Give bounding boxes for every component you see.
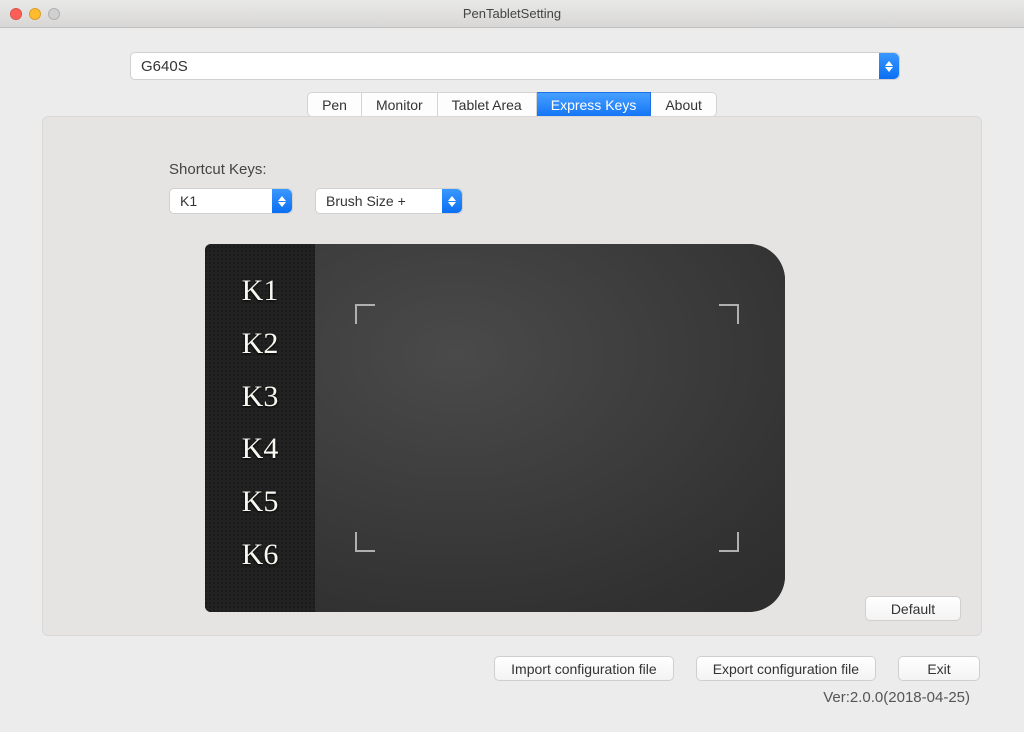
window-controls: [10, 8, 60, 20]
default-button[interactable]: Default: [865, 596, 961, 621]
tablet-illustration: K1 K2 K3 K4 K5 K6: [205, 244, 785, 612]
shortcut-function-select[interactable]: Brush Size +: [315, 188, 463, 214]
corner-marker-icon: [355, 304, 375, 324]
chevron-up-down-icon: [442, 189, 462, 213]
corner-marker-icon: [719, 304, 739, 324]
shortcut-key-select[interactable]: K1: [169, 188, 293, 214]
window-title: PenTabletSetting: [0, 6, 1024, 21]
corner-marker-icon: [355, 532, 375, 552]
maximize-icon: [48, 8, 60, 20]
exit-button[interactable]: Exit: [898, 656, 980, 681]
tablet-key-k6: K6: [205, 538, 315, 572]
tablet-key-k2: K2: [205, 327, 315, 361]
chevron-up-down-icon: [879, 53, 899, 79]
shortcut-keys-row: K1 Brush Size +: [169, 188, 961, 214]
tab-bar: Pen Monitor Tablet Area Express Keys Abo…: [42, 92, 982, 117]
shortcut-keys-label: Shortcut Keys:: [169, 161, 961, 178]
tab-about[interactable]: About: [651, 92, 717, 117]
tablet-active-area: [315, 244, 785, 612]
tablet-key-k4: K4: [205, 432, 315, 466]
device-select-value: G640S: [141, 58, 188, 75]
tab-monitor[interactable]: Monitor: [362, 92, 438, 117]
tab-tablet-area[interactable]: Tablet Area: [438, 92, 537, 117]
corner-marker-icon: [719, 532, 739, 552]
tab-express-keys[interactable]: Express Keys: [537, 92, 652, 117]
tablet-key-k5: K5: [205, 485, 315, 519]
chevron-up-down-icon: [272, 189, 292, 213]
export-config-button[interactable]: Export configuration file: [696, 656, 876, 681]
device-select[interactable]: G640S: [130, 52, 900, 80]
tablet-key-strip: K1 K2 K3 K4 K5 K6: [205, 244, 315, 612]
tablet-key-k1: K1: [205, 274, 315, 308]
titlebar: PenTabletSetting: [0, 0, 1024, 28]
import-config-button[interactable]: Import configuration file: [494, 656, 674, 681]
close-icon[interactable]: [10, 8, 22, 20]
express-keys-panel: Shortcut Keys: K1 Brush Size + K1: [42, 116, 982, 636]
bottom-button-row: Import configuration file Export configu…: [42, 636, 982, 681]
minimize-icon[interactable]: [29, 8, 41, 20]
tab-pen[interactable]: Pen: [307, 92, 362, 117]
version-label: Ver:2.0.0(2018-04-25): [42, 681, 982, 706]
shortcut-key-value: K1: [180, 193, 197, 209]
shortcut-function-value: Brush Size +: [326, 193, 406, 209]
tablet-key-k3: K3: [205, 380, 315, 414]
